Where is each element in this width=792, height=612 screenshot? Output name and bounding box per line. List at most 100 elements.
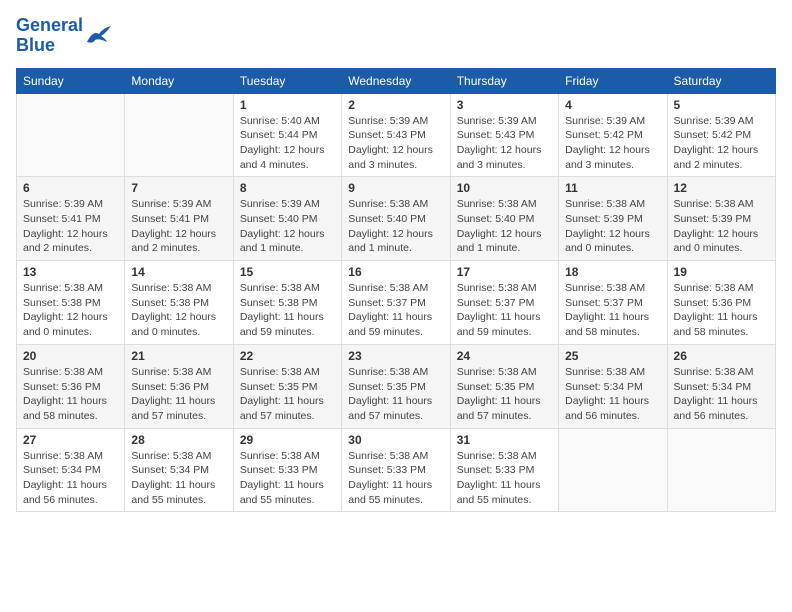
logo: GeneralBlue	[16, 16, 113, 56]
calendar-cell: 12 Sunrise: 5:38 AMSunset: 5:39 PMDayligh…	[667, 177, 775, 261]
day-info: Sunrise: 5:38 AMSunset: 5:38 PMDaylight:…	[131, 281, 226, 340]
day-number: 2	[348, 98, 443, 112]
day-number: 19	[674, 265, 769, 279]
day-info: Sunrise: 5:38 AMSunset: 5:35 PMDaylight:…	[348, 365, 443, 424]
day-info: Sunrise: 5:38 AMSunset: 5:34 PMDaylight:…	[23, 449, 118, 508]
weekday-header: Sunday	[17, 68, 125, 93]
day-number: 17	[457, 265, 552, 279]
day-info: Sunrise: 5:38 AMSunset: 5:34 PMDaylight:…	[565, 365, 660, 424]
calendar-cell: 2 Sunrise: 5:39 AMSunset: 5:43 PMDaylight…	[342, 93, 450, 177]
day-info: Sunrise: 5:38 AMSunset: 5:33 PMDaylight:…	[240, 449, 335, 508]
day-info: Sunrise: 5:38 AMSunset: 5:37 PMDaylight:…	[565, 281, 660, 340]
calendar-cell: 1Sunrise: 5:40 AMSunset: 5:44 PMDaylight…	[233, 93, 341, 177]
day-number: 13	[23, 265, 118, 279]
day-info: Sunrise: 5:39 AMSunset: 5:43 PMDaylight:…	[348, 114, 443, 173]
day-info: Sunrise: 5:39 AMSunset: 5:42 PMDaylight:…	[565, 114, 660, 173]
calendar-cell: 17 Sunrise: 5:38 AMSunset: 5:37 PMDayligh…	[450, 261, 558, 345]
calendar-cell: 31 Sunrise: 5:38 AMSunset: 5:33 PMDayligh…	[450, 428, 558, 512]
day-number: 9	[348, 181, 443, 195]
day-number: 30	[348, 433, 443, 447]
day-info: Sunrise: 5:38 AMSunset: 5:36 PMDaylight:…	[23, 365, 118, 424]
calendar-cell: 26 Sunrise: 5:38 AMSunset: 5:34 PMDayligh…	[667, 344, 775, 428]
day-number: 3	[457, 98, 552, 112]
day-info: Sunrise: 5:38 AMSunset: 5:39 PMDaylight:…	[674, 197, 769, 256]
day-info: Sunrise: 5:38 AMSunset: 5:34 PMDaylight:…	[674, 365, 769, 424]
day-number: 27	[23, 433, 118, 447]
day-number: 7	[131, 181, 226, 195]
calendar-cell: 22Sunrise: 5:38 AMSunset: 5:35 PMDayligh…	[233, 344, 341, 428]
day-info: Sunrise: 5:38 AMSunset: 5:35 PMDaylight:…	[240, 365, 335, 424]
weekday-header: Thursday	[450, 68, 558, 93]
calendar-week-row: 27 Sunrise: 5:38 AMSunset: 5:34 PMDayligh…	[17, 428, 776, 512]
day-info: Sunrise: 5:38 AMSunset: 5:33 PMDaylight:…	[348, 449, 443, 508]
weekday-header: Friday	[559, 68, 667, 93]
calendar-cell: 20Sunrise: 5:38 AMSunset: 5:36 PMDayligh…	[17, 344, 125, 428]
calendar-cell: 23 Sunrise: 5:38 AMSunset: 5:35 PMDayligh…	[342, 344, 450, 428]
calendar-cell: 3 Sunrise: 5:39 AMSunset: 5:43 PMDaylight…	[450, 93, 558, 177]
day-info: Sunrise: 5:39 AMSunset: 5:42 PMDaylight:…	[674, 114, 769, 173]
page-header: GeneralBlue	[16, 16, 776, 56]
logo-text: GeneralBlue	[16, 16, 83, 56]
day-info: Sunrise: 5:39 AMSunset: 5:41 PMDaylight:…	[23, 197, 118, 256]
calendar-cell: 8 Sunrise: 5:39 AMSunset: 5:40 PMDaylight…	[233, 177, 341, 261]
calendar-table: SundayMondayTuesdayWednesdayThursdayFrid…	[16, 68, 776, 513]
day-number: 10	[457, 181, 552, 195]
day-number: 8	[240, 181, 335, 195]
calendar-cell: 7 Sunrise: 5:39 AMSunset: 5:41 PMDaylight…	[125, 177, 233, 261]
calendar-cell: 18 Sunrise: 5:38 AMSunset: 5:37 PMDayligh…	[559, 261, 667, 345]
day-info: Sunrise: 5:38 AMSunset: 5:40 PMDaylight:…	[348, 197, 443, 256]
calendar-cell: 29Sunrise: 5:38 AMSunset: 5:33 PMDayligh…	[233, 428, 341, 512]
calendar-cell	[17, 93, 125, 177]
day-number: 31	[457, 433, 552, 447]
day-number: 14	[131, 265, 226, 279]
day-info: Sunrise: 5:39 AMSunset: 5:40 PMDaylight:…	[240, 197, 335, 256]
day-info: Sunrise: 5:38 AMSunset: 5:35 PMDaylight:…	[457, 365, 552, 424]
weekday-header: Wednesday	[342, 68, 450, 93]
calendar-cell: 10Sunrise: 5:38 AMSunset: 5:40 PMDayligh…	[450, 177, 558, 261]
calendar-cell: 25 Sunrise: 5:38 AMSunset: 5:34 PMDayligh…	[559, 344, 667, 428]
calendar-week-row: 20Sunrise: 5:38 AMSunset: 5:36 PMDayligh…	[17, 344, 776, 428]
day-info: Sunrise: 5:40 AMSunset: 5:44 PMDaylight:…	[240, 114, 335, 173]
day-number: 25	[565, 349, 660, 363]
day-number: 4	[565, 98, 660, 112]
day-number: 16	[348, 265, 443, 279]
calendar-cell	[667, 428, 775, 512]
calendar-cell: 24Sunrise: 5:38 AMSunset: 5:35 PMDayligh…	[450, 344, 558, 428]
calendar-cell: 21Sunrise: 5:38 AMSunset: 5:36 PMDayligh…	[125, 344, 233, 428]
calendar-cell: 4 Sunrise: 5:39 AMSunset: 5:42 PMDaylight…	[559, 93, 667, 177]
calendar-cell: 6Sunrise: 5:39 AMSunset: 5:41 PMDaylight…	[17, 177, 125, 261]
day-number: 5	[674, 98, 769, 112]
calendar-cell	[125, 93, 233, 177]
calendar-cell: 14 Sunrise: 5:38 AMSunset: 5:38 PMDayligh…	[125, 261, 233, 345]
day-info: Sunrise: 5:38 AMSunset: 5:36 PMDaylight:…	[674, 281, 769, 340]
day-number: 11	[565, 181, 660, 195]
calendar-cell: 9 Sunrise: 5:38 AMSunset: 5:40 PMDaylight…	[342, 177, 450, 261]
weekday-header: Saturday	[667, 68, 775, 93]
calendar-cell: 27 Sunrise: 5:38 AMSunset: 5:34 PMDayligh…	[17, 428, 125, 512]
day-info: Sunrise: 5:38 AMSunset: 5:33 PMDaylight:…	[457, 449, 552, 508]
calendar-week-row: 6Sunrise: 5:39 AMSunset: 5:41 PMDaylight…	[17, 177, 776, 261]
day-info: Sunrise: 5:38 AMSunset: 5:36 PMDaylight:…	[131, 365, 226, 424]
calendar-cell	[559, 428, 667, 512]
day-info: Sunrise: 5:38 AMSunset: 5:37 PMDaylight:…	[348, 281, 443, 340]
calendar-week-row: 13 Sunrise: 5:38 AMSunset: 5:38 PMDayligh…	[17, 261, 776, 345]
day-info: Sunrise: 5:38 AMSunset: 5:38 PMDaylight:…	[240, 281, 335, 340]
day-number: 18	[565, 265, 660, 279]
calendar-cell: 5 Sunrise: 5:39 AMSunset: 5:42 PMDaylight…	[667, 93, 775, 177]
day-number: 12	[674, 181, 769, 195]
calendar-cell: 13Sunrise: 5:38 AMSunset: 5:38 PMDayligh…	[17, 261, 125, 345]
logo-bird-icon	[85, 24, 113, 48]
day-number: 26	[674, 349, 769, 363]
calendar-cell: 28Sunrise: 5:38 AMSunset: 5:34 PMDayligh…	[125, 428, 233, 512]
calendar-cell: 15Sunrise: 5:38 AMSunset: 5:38 PMDayligh…	[233, 261, 341, 345]
day-number: 28	[131, 433, 226, 447]
day-info: Sunrise: 5:39 AMSunset: 5:41 PMDaylight:…	[131, 197, 226, 256]
day-number: 23	[348, 349, 443, 363]
weekday-header: Tuesday	[233, 68, 341, 93]
day-info: Sunrise: 5:38 AMSunset: 5:37 PMDaylight:…	[457, 281, 552, 340]
calendar-week-row: 1Sunrise: 5:40 AMSunset: 5:44 PMDaylight…	[17, 93, 776, 177]
calendar-cell: 19 Sunrise: 5:38 AMSunset: 5:36 PMDayligh…	[667, 261, 775, 345]
day-info: Sunrise: 5:39 AMSunset: 5:43 PMDaylight:…	[457, 114, 552, 173]
calendar-header-row: SundayMondayTuesdayWednesdayThursdayFrid…	[17, 68, 776, 93]
weekday-header: Monday	[125, 68, 233, 93]
